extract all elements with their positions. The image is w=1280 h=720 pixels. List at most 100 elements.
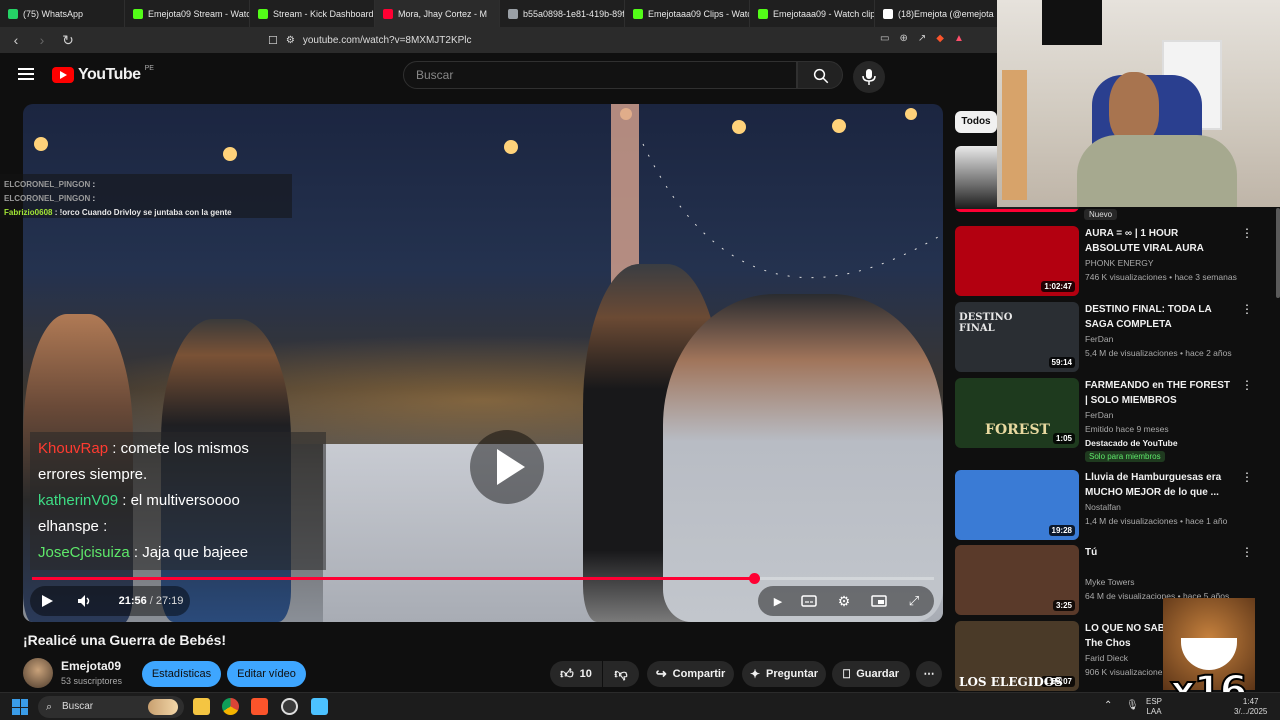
recommendation-thumbnail[interactable]: 19:28: [955, 470, 1079, 540]
youtube-logo[interactable]: YouTube PE: [52, 65, 154, 84]
more-vertical-icon[interactable]: ⋮: [1241, 546, 1253, 558]
save-button[interactable]: ⎕ Guardar: [832, 661, 910, 687]
file-explorer-icon[interactable]: [193, 698, 210, 715]
autoplay-toggle[interactable]: ▶: [766, 589, 790, 613]
more-actions-button[interactable]: ⋯: [916, 661, 942, 687]
tray-mic-icon[interactable]: 🎙︎: [1126, 701, 1139, 711]
input-language[interactable]: ESP LAA: [1146, 697, 1162, 717]
browser-tab[interactable]: b55a0898-1e81-419b-89f: [500, 0, 625, 27]
time-separator: /: [149, 595, 153, 607]
recommendation-channel[interactable]: Farid Dieck: [1085, 653, 1128, 663]
clock[interactable]: 1:47 3/.../2025: [1234, 697, 1267, 717]
recommendation-thumbnail[interactable]: 1:02:47: [955, 226, 1079, 296]
browser-tab[interactable]: Emejota09 Stream - Watch: [125, 0, 250, 27]
recommendation-channel[interactable]: Nostalfan: [1085, 502, 1121, 512]
url-text[interactable]: youtube.com/watch?v=8MXMJT2KPlc: [303, 35, 472, 46]
recommendation-item[interactable]: 1:05 FOREST FARMEANDO en THE FOREST | SOLO…: [955, 378, 1275, 462]
tab-favicon-icon: [8, 8, 18, 19]
recommendation-thumbnail[interactable]: 59:14 DESTINO FINAL: [955, 302, 1079, 372]
brave-rewards-icon[interactable]: ▲: [954, 33, 964, 44]
voice-search-button[interactable]: [853, 61, 885, 93]
share-button[interactable]: ↪ Compartir: [647, 661, 734, 687]
browser-tab[interactable]: Emejotaaa09 - Watch clip: [750, 0, 875, 27]
windows-start-icon[interactable]: [12, 699, 28, 715]
recommendation-thumbnail[interactable]: 1:53:07 LOS ELEGIDOS: [955, 621, 1079, 691]
chrome-icon[interactable]: [222, 698, 239, 715]
watched-progress: [955, 209, 1079, 212]
progress-scrubber[interactable]: [748, 573, 760, 584]
brave-icon[interactable]: [251, 698, 268, 715]
recommendation-thumbnail[interactable]: 1:05 FOREST: [955, 378, 1079, 448]
recommendation-title[interactable]: DESTINO FINAL: TODA LA SAGA COMPLETA: [1085, 302, 1235, 332]
chat-message: KhouvRap : comete los mismos: [38, 436, 318, 462]
fullscreen-button[interactable]: ⤢: [903, 589, 925, 613]
more-vertical-icon[interactable]: ⋮: [1241, 303, 1253, 315]
scrollbar[interactable]: [1276, 208, 1280, 298]
reload-icon[interactable]: ↻: [60, 32, 76, 48]
subtitles-button[interactable]: [798, 589, 820, 613]
notepad-icon[interactable]: [311, 698, 328, 715]
play-button[interactable]: [36, 589, 58, 613]
youtube-wordmark: YouTube: [78, 66, 141, 83]
brave-shield-icon[interactable]: ◆: [936, 33, 944, 44]
channel-name[interactable]: Emejota09: [61, 659, 121, 673]
recommendation-channel[interactable]: FerDan: [1085, 410, 1113, 420]
play-overlay-button[interactable]: [470, 430, 544, 504]
recommendation-item[interactable]: 59:14 DESTINO FINAL DESTINO FINAL: TODA LA…: [955, 302, 1275, 372]
stream-chat-overlay: KhouvRap : comete los mismos errores sie…: [30, 432, 326, 570]
browser-tab[interactable]: Emejotaaa09 Clips - Watch: [625, 0, 750, 27]
more-vertical-icon[interactable]: ⋮: [1241, 471, 1253, 483]
thumbnail-text: LOS ELEGIDOS: [959, 675, 1063, 689]
settings-button[interactable]: ⚙: [833, 589, 855, 613]
screen-icon[interactable]: ▭: [880, 33, 889, 44]
recommendation-channel[interactable]: PHONK ENERGY: [1085, 258, 1154, 268]
recommendation-item[interactable]: 1:02:47 AURA = ∞ | 1 HOUR ABSOLUTE VIRAL …: [955, 226, 1275, 296]
more-vertical-icon[interactable]: ⋮: [1241, 227, 1253, 239]
share-icon[interactable]: ↗: [918, 33, 926, 44]
recommendation-title[interactable]: AURA = ∞ | 1 HOUR ABSOLUTE VIRAL AURA MU…: [1085, 226, 1235, 256]
youtube-header: YouTube PE Buscar: [0, 53, 1000, 97]
gear-icon: ⚙: [837, 592, 851, 609]
thumbnail-text: DESTINO FINAL: [959, 312, 1013, 334]
recommendation-title[interactable]: FARMEANDO en THE FOREST | SOLO MIEMBROS: [1085, 378, 1235, 408]
browser-tab[interactable]: (18)Emejota (@emejota: [875, 0, 1000, 27]
dislike-button[interactable]: 👎︎: [603, 661, 639, 687]
bookmark-icon[interactable]: ☐: [268, 34, 278, 47]
browser-tab[interactable]: (75) WhatsApp: [0, 0, 125, 27]
tv-screen: [1042, 0, 1102, 45]
recommendation-channel[interactable]: Myke Towers: [1085, 577, 1134, 587]
channel-avatar[interactable]: [23, 658, 53, 688]
duration-badge: 1:05: [1052, 433, 1075, 444]
tab-label: Emejotaaa09 - Watch clip: [773, 8, 875, 19]
edit-video-button[interactable]: Editar vídeo: [227, 661, 306, 687]
ask-button[interactable]: ✦ Preguntar: [742, 661, 826, 687]
stats-button[interactable]: Estadísticas: [142, 661, 221, 687]
recommendation-channel[interactable]: FerDan: [1085, 334, 1113, 344]
chat-username: ELCORONEL_PINGON: [4, 194, 91, 203]
progress-bar[interactable]: [32, 573, 934, 584]
hamburger-menu-icon[interactable]: [18, 68, 34, 80]
forward-icon[interactable]: ›: [34, 32, 50, 48]
volume-button[interactable]: [74, 589, 96, 613]
back-icon[interactable]: ‹: [8, 32, 24, 48]
site-info-icon[interactable]: ⚙: [286, 35, 295, 46]
recommendation-title[interactable]: Tú: [1085, 545, 1235, 560]
members-only-badge: Solo para miembros: [1085, 451, 1165, 462]
more-vertical-icon[interactable]: ⋮: [1241, 379, 1253, 391]
zoom-icon[interactable]: ⊕: [899, 33, 907, 44]
like-button[interactable]: 👍︎ 10: [550, 661, 602, 687]
recommendation-item[interactable]: 19:28 Lluvia de Hamburguesas era MUCHO ME…: [955, 470, 1275, 540]
search-button[interactable]: [797, 61, 843, 89]
recommendation-title[interactable]: Lluvia de Hamburguesas era MUCHO MEJOR d…: [1085, 470, 1235, 500]
chat-username: katherinV09: [38, 492, 119, 509]
filter-chip-all[interactable]: Todos: [955, 111, 997, 133]
tab-favicon-icon: [258, 8, 268, 19]
tray-chevron-icon[interactable]: ⌃: [1104, 701, 1112, 711]
search-input[interactable]: Buscar: [403, 61, 797, 89]
miniplayer-button[interactable]: [868, 589, 890, 613]
browser-tab[interactable]: Mora, Jhay Cortez - M: [375, 0, 500, 27]
recommendation-thumbnail[interactable]: 3:25: [955, 545, 1079, 615]
obs-icon[interactable]: [281, 698, 298, 715]
browser-tab[interactable]: Stream - Kick Dashboard: [250, 0, 375, 27]
taskbar-search[interactable]: ⌕ Buscar: [38, 696, 184, 718]
